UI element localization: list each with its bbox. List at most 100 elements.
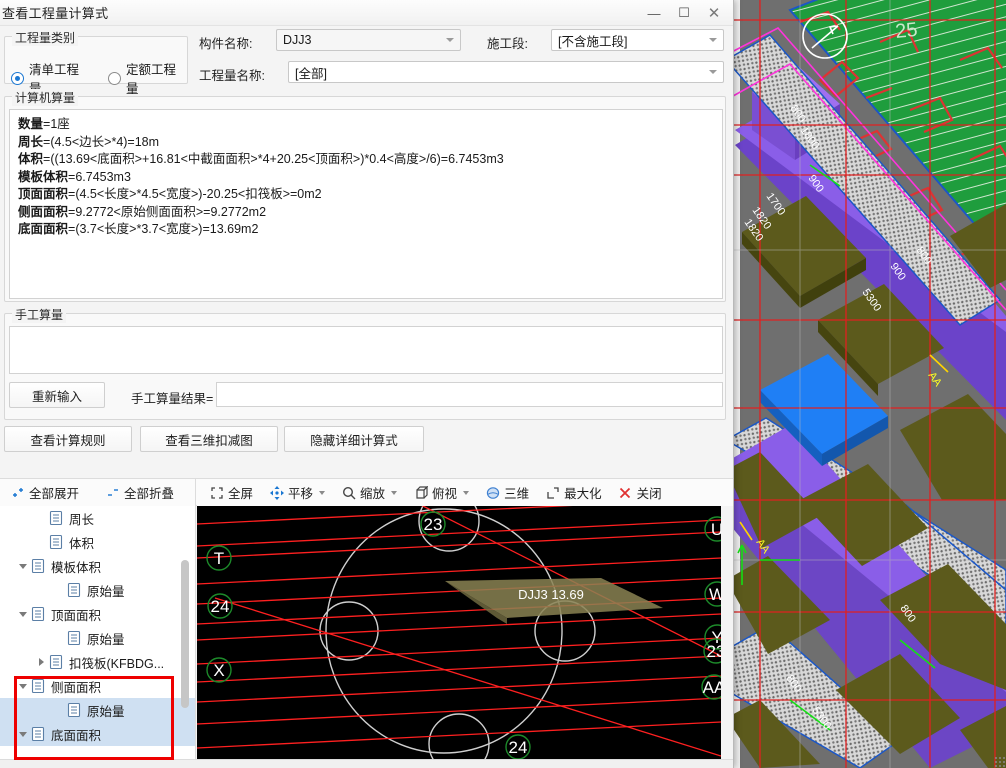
- radio-quota-quantity-label: 定额工程量: [126, 63, 177, 96]
- formula-line-name: 顶面面积: [18, 187, 69, 201]
- expand-all-button[interactable]: 全部展开: [4, 479, 85, 506]
- formula-list: 数量=1座 周长=(4.5<边长>*4)=18m 体积=((13.69<底面积>+1…: [10, 110, 722, 239]
- formula-line: 体积=((13.69<底面积>+16.81<中截面面积>*4+20.25<顶面积…: [18, 151, 714, 169]
- manual-calculation-legend: 手工算量: [12, 306, 67, 323]
- quantity-category-group: 工程量类别 清单工程量 定额工程量: [4, 29, 188, 96]
- tree-toolbar: 全部展开 全部折叠: [0, 479, 196, 506]
- chevron-down-icon[interactable]: [16, 674, 30, 698]
- tree-item[interactable]: 原始量: [0, 578, 195, 602]
- topview-label: 俯视: [432, 487, 458, 501]
- tree-item-label: 原始量: [87, 584, 125, 599]
- construction-section-label: 施工段:: [487, 37, 528, 51]
- construction-section-value: [不含施工段]: [558, 34, 628, 49]
- close-x-icon: [618, 485, 633, 500]
- hide-detail-formula-button[interactable]: 隐藏详细计算式: [284, 426, 424, 452]
- grid-bubble-label: 24: [509, 738, 528, 757]
- threed-button[interactable]: 三维: [479, 479, 535, 506]
- maximize-view-button[interactable]: 最大化: [539, 479, 608, 506]
- grid-bubble-label: U: [711, 520, 721, 539]
- formula-line: 模板体积=6.7453m3: [18, 169, 714, 187]
- radio-dot-icon: [108, 71, 121, 85]
- close-view-button[interactable]: 关闭: [612, 479, 668, 506]
- topview-button[interactable]: 俯视: [407, 479, 475, 506]
- fullscreen-button[interactable]: 全屏: [203, 479, 259, 506]
- three-d-viewport[interactable]: 23UT24WY23XAA24 DJJ3 13.69: [197, 506, 721, 759]
- pan-label: 平移: [288, 487, 314, 501]
- quantity-name-combobox[interactable]: [全部]: [288, 61, 724, 83]
- grid-bubble-label: T: [214, 549, 224, 568]
- pan-button[interactable]: 平移: [263, 479, 331, 506]
- fullscreen-icon: [209, 485, 224, 500]
- chevron-down-icon[interactable]: [16, 554, 30, 578]
- tree-item[interactable]: 周长: [0, 506, 195, 530]
- expand-all-label: 全部展开: [29, 487, 80, 501]
- threed-icon: [485, 485, 500, 500]
- tree-item[interactable]: 体积: [0, 530, 195, 554]
- window-title: 查看工程量计算式: [2, 6, 109, 21]
- manual-calculation-group: 手工算量 重新输入 手工算量结果=: [4, 306, 726, 420]
- view-calc-rules-button[interactable]: 查看计算规则: [4, 426, 132, 452]
- tree-item[interactable]: 模板体积: [0, 554, 195, 578]
- collapse-all-button[interactable]: 全部折叠: [99, 479, 180, 506]
- screen: 800 1800 900 1700 1820 1820 800 900 5300…: [0, 0, 1006, 768]
- document-icon: [30, 678, 46, 694]
- tree-item[interactable]: 扣筏板(KFBDG...: [0, 650, 195, 674]
- manual-result-label: 手工算量结果=: [131, 392, 214, 406]
- component-name-combobox[interactable]: DJJ3: [276, 29, 461, 51]
- formula-line-name: 底面面积: [18, 222, 69, 236]
- maximize-button[interactable]: ☐: [669, 1, 699, 25]
- maximize-view-label: 最大化: [564, 487, 602, 501]
- element-quantity-label: DJJ3 13.69: [518, 587, 584, 602]
- view-3d-deduction-button[interactable]: 查看三维扣减图: [140, 426, 278, 452]
- formula-line-name: 模板体积: [18, 169, 69, 184]
- formula-line-expression: =6.7453m3: [68, 169, 131, 184]
- grid-bubble-label: AA: [703, 678, 721, 697]
- chevron-down-icon[interactable]: [463, 490, 470, 495]
- computer-calculation-textbox[interactable]: 数量=1座 周长=(4.5<边长>*4)=18m 体积=((13.69<底面积>+1…: [9, 109, 723, 299]
- document-icon: [66, 702, 82, 718]
- manual-result-value: [217, 383, 722, 389]
- tree-item-label: 周长: [69, 512, 95, 527]
- zoom-label: 缩放: [360, 487, 386, 501]
- tree-item[interactable]: 侧面面积: [0, 674, 195, 698]
- tree-item[interactable]: 顶面面积: [0, 602, 195, 626]
- construction-section-combobox[interactable]: [不含施工段]: [551, 29, 724, 51]
- tree-scrollbar-thumb[interactable]: [181, 560, 189, 708]
- tree-item-label: 体积: [69, 536, 95, 551]
- tree-item-label: 底面面积: [51, 728, 102, 743]
- threed-label: 三维: [504, 487, 530, 501]
- reset-input-button[interactable]: 重新输入: [9, 382, 105, 408]
- chevron-down-icon[interactable]: [391, 490, 398, 495]
- status-bar: [0, 759, 733, 768]
- zoom-button[interactable]: 缩放: [335, 479, 403, 506]
- tree-item[interactable]: 底面面积: [0, 722, 195, 746]
- chevron-down-icon[interactable]: [16, 602, 30, 626]
- quantity-tree-panel[interactable]: 周长 体积 模板体积 原始量 顶面面积 原始量 扣筏板(KFBDG... 侧面面积 原始量 底面面…: [0, 506, 196, 764]
- quantity-category-legend: 工程量类别: [12, 29, 79, 46]
- radio-quota-quantity[interactable]: 定额工程量: [108, 59, 187, 97]
- manual-calculation-value: [10, 327, 722, 333]
- chevron-down-icon[interactable]: [319, 490, 326, 495]
- manual-result-input[interactable]: [216, 382, 723, 407]
- zoom-icon: [341, 485, 356, 500]
- tree-item-label: 扣筏板(KFBDG...: [69, 656, 165, 671]
- formula-line-expression: =(4.5<边长>*4)=18m: [43, 134, 160, 149]
- close-button[interactable]: ✕: [699, 1, 729, 25]
- chevron-down-icon: [446, 38, 454, 42]
- tree-item-label: 原始量: [87, 704, 125, 719]
- quantity-name-label: 工程量名称:: [199, 69, 265, 83]
- quantity-tree-list: 周长 体积 模板体积 原始量 顶面面积 原始量 扣筏板(KFBDG... 侧面面积 原始量 底面面…: [0, 506, 195, 746]
- minimize-button[interactable]: —: [639, 1, 669, 25]
- window-controls: — ☐ ✕: [639, 0, 729, 26]
- tree-item-label: 模板体积: [51, 560, 102, 575]
- tree-item[interactable]: 原始量: [0, 698, 195, 722]
- tree-item[interactable]: 原始量: [0, 626, 195, 650]
- collapse-all-icon: [105, 485, 120, 500]
- chevron-right-icon[interactable]: [34, 650, 48, 674]
- chevron-down-icon[interactable]: [16, 722, 30, 746]
- manual-calculation-input[interactable]: [9, 326, 723, 374]
- formula-line: 数量=1座: [18, 116, 714, 134]
- grid-bubble-label: 23: [424, 515, 443, 534]
